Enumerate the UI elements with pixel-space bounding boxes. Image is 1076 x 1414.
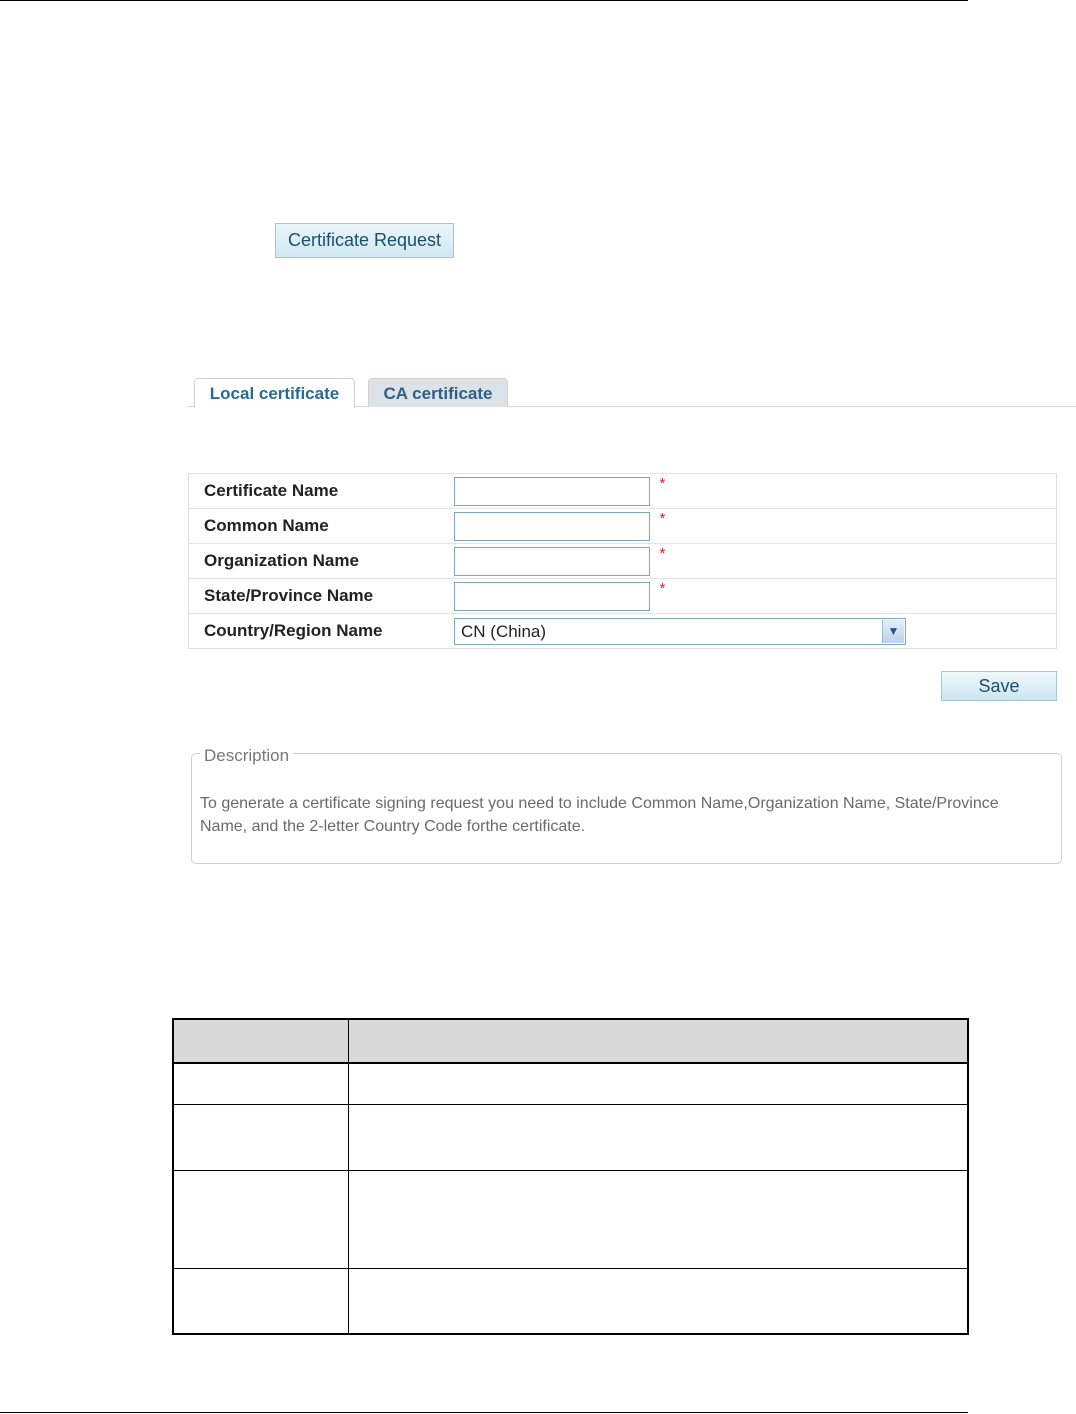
form-row-organization-name: Organization Name * — [188, 543, 1057, 579]
common-name-input[interactable] — [454, 511, 650, 541]
organization-name-label: Organization Name — [188, 543, 453, 579]
table-cell — [172, 1267, 349, 1335]
certificate-name-label: Certificate Name — [188, 473, 453, 509]
tab-ca-certificate[interactable]: CA certificate — [368, 378, 508, 407]
required-mark: * — [659, 474, 666, 492]
table-cell — [348, 1267, 969, 1335]
table-cell — [172, 1169, 349, 1269]
required-mark: * — [659, 544, 666, 562]
table-row — [172, 1062, 969, 1105]
table-header-cell — [172, 1018, 349, 1064]
table-header-row — [172, 1018, 969, 1064]
table-header-cell — [348, 1018, 969, 1064]
table-cell — [348, 1103, 969, 1171]
table-cell — [348, 1062, 969, 1105]
table-row — [172, 1169, 969, 1269]
table-cell — [172, 1062, 349, 1105]
state-province-name-input[interactable] — [454, 581, 650, 611]
form-row-state-province-name: State/Province Name * — [188, 578, 1057, 614]
required-mark: * — [659, 579, 666, 597]
certificate-form: Certificate Name * Common Name * Organiz… — [188, 473, 1057, 649]
description-text: To generate a certificate signing reques… — [200, 795, 999, 835]
tab-local-certificate[interactable]: Local certificate — [194, 378, 355, 408]
country-region-select[interactable]: CN (China) ▼ — [454, 617, 906, 645]
country-region-selected-value: CN (China) — [461, 621, 547, 641]
save-button[interactable]: Save — [941, 671, 1057, 701]
state-province-name-label: State/Province Name — [188, 578, 453, 614]
description-panel: Description To generate a certificate si… — [191, 746, 1062, 864]
form-row-country-region-name: Country/Region Name CN (China) ▼ — [188, 613, 1057, 649]
table-cell — [348, 1169, 969, 1269]
certificate-request-button[interactable]: Certificate Request — [275, 223, 454, 258]
country-region-name-label: Country/Region Name — [188, 613, 453, 649]
form-row-certificate-name: Certificate Name * — [188, 473, 1057, 509]
certificate-tabs: Local certificate CA certificate — [188, 378, 1076, 408]
table-row — [172, 1103, 969, 1171]
table-row — [172, 1267, 969, 1335]
description-legend: Description — [200, 746, 294, 766]
chevron-down-icon[interactable]: ▼ — [882, 619, 904, 643]
form-row-common-name: Common Name * — [188, 508, 1057, 544]
table-cell — [172, 1103, 349, 1171]
top-rule — [0, 0, 968, 1]
bottom-rule — [0, 1412, 968, 1413]
certificate-name-input[interactable] — [454, 476, 650, 506]
required-mark: * — [659, 509, 666, 527]
organization-name-input[interactable] — [454, 546, 650, 576]
common-name-label: Common Name — [188, 508, 453, 544]
parameter-table — [172, 1018, 969, 1335]
